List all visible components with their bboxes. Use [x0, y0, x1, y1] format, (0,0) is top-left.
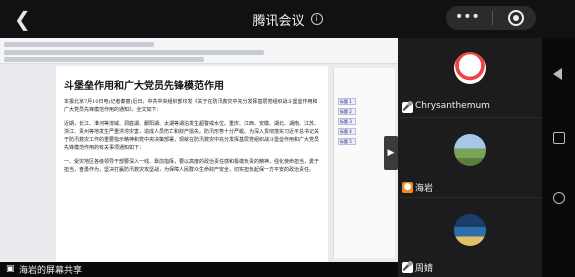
user-icon: ● — [402, 182, 413, 193]
shared-screen[interactable]: 斗堡垒作用和广大党员先锋模范作用 本报北京7月10日电(记者秦丽)近日，中共中央… — [0, 38, 398, 262]
style-tag: 标题 5 — [338, 138, 356, 145]
lake-avatar — [454, 214, 486, 246]
chevron-right-icon[interactable]: ▶ — [384, 136, 398, 170]
top-controls: ••• — [446, 6, 536, 30]
system-nav — [542, 38, 575, 277]
top-bar: ❮ 腾讯会议 i ••• — [0, 0, 575, 38]
toolbar-row — [4, 42, 154, 47]
sharer-label: 海岩的屏幕共享 — [19, 266, 83, 276]
toolbar-row — [4, 57, 204, 62]
meeting-title: 腾讯会议 — [252, 13, 305, 29]
document-heading: 斗堡垒作用和广大党员先锋模范作用 — [64, 81, 224, 92]
style-tag: 标题 4 — [338, 128, 356, 135]
record-icon[interactable] — [508, 10, 524, 26]
style-tag: 标题 2 — [338, 108, 356, 115]
participant-panel: 🎤 Chrysanthemum ● 海岩 🎤 周婧 — [398, 38, 542, 277]
screen-share-icon: ▣ — [6, 264, 15, 274]
document-paragraph: 一、受灾地区各级领导干部要深入一线、靠前指挥，要以高度的政治责任感和极端负责的精… — [64, 159, 320, 173]
info-icon[interactable]: i — [310, 13, 323, 25]
participant-tile[interactable]: 🎤 周婧 — [398, 198, 542, 277]
participant-tile[interactable]: 🎤 Chrysanthemum — [398, 38, 542, 118]
snowman-avatar — [454, 52, 486, 84]
style-tag: 标题 1 — [338, 98, 356, 105]
participant-name: 海岩 — [415, 184, 434, 194]
document-area: 斗堡垒作用和广大党员先锋模范作用 本报北京7月10日电(记者秦丽)近日，中共中央… — [0, 64, 398, 262]
document-paragraph: 近期，长江、淮河等流域、洞庭湖、鄱阳湖、太湖等湖泊发生超警戒水位。重庆、江西、安… — [64, 121, 320, 151]
mic-on-icon: 🎤 — [402, 102, 414, 113]
style-tag: 标题 3 — [338, 118, 356, 125]
document-page: 斗堡垒作用和广大党员先锋模范作用 本报北京7月10日电(记者秦丽)近日，中共中央… — [56, 66, 328, 262]
participant-name: Chrysanthemum — [415, 101, 490, 111]
home-icon[interactable] — [553, 192, 565, 204]
more-icon[interactable]: ••• — [455, 9, 485, 27]
toolbar-row — [4, 50, 264, 55]
recents-icon[interactable] — [553, 132, 565, 144]
share-status-bar: ▣ 海岩的屏幕共享 — [0, 262, 398, 277]
participant-name: 周婧 — [415, 264, 434, 274]
document-paragraph: 本报北京7月10日电(记者秦丽)近日，中共中央组织部印发《关于在防汛救灾中充分发… — [64, 99, 318, 113]
landscape-avatar — [454, 134, 486, 166]
mic-on-icon: 🎤 — [402, 262, 414, 273]
divider — [492, 11, 493, 25]
participant-tile[interactable]: ● 海岩 — [398, 118, 542, 198]
meeting-window: ❮ 腾讯会议 i ••• 斗堡垒作用和广大党员先锋模范作用 本报北京7月10日电… — [0, 0, 575, 277]
document-toolbar — [0, 38, 398, 64]
back-nav-icon[interactable] — [553, 68, 562, 80]
